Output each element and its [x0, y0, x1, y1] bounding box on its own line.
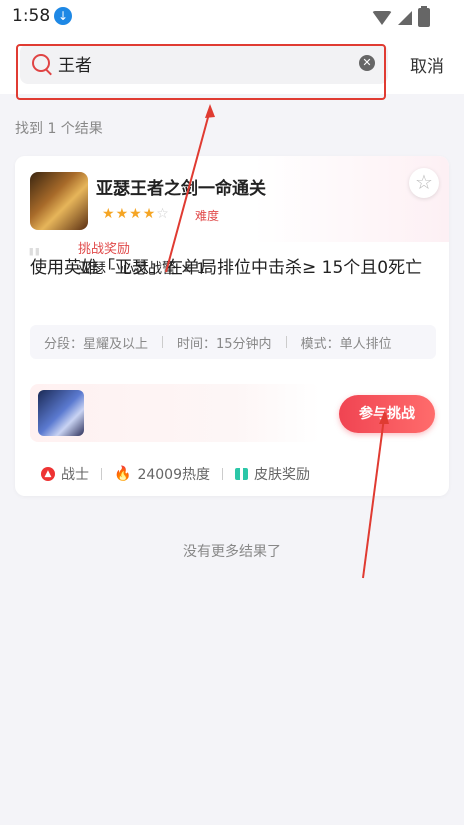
annotation-arrows: [165, 104, 389, 579]
annotation-arrow-join: [362, 417, 385, 579]
annotation-arrowhead: [205, 104, 215, 118]
annotation-arrowhead: [379, 410, 389, 424]
annotation-arrow-up: [165, 109, 211, 273]
